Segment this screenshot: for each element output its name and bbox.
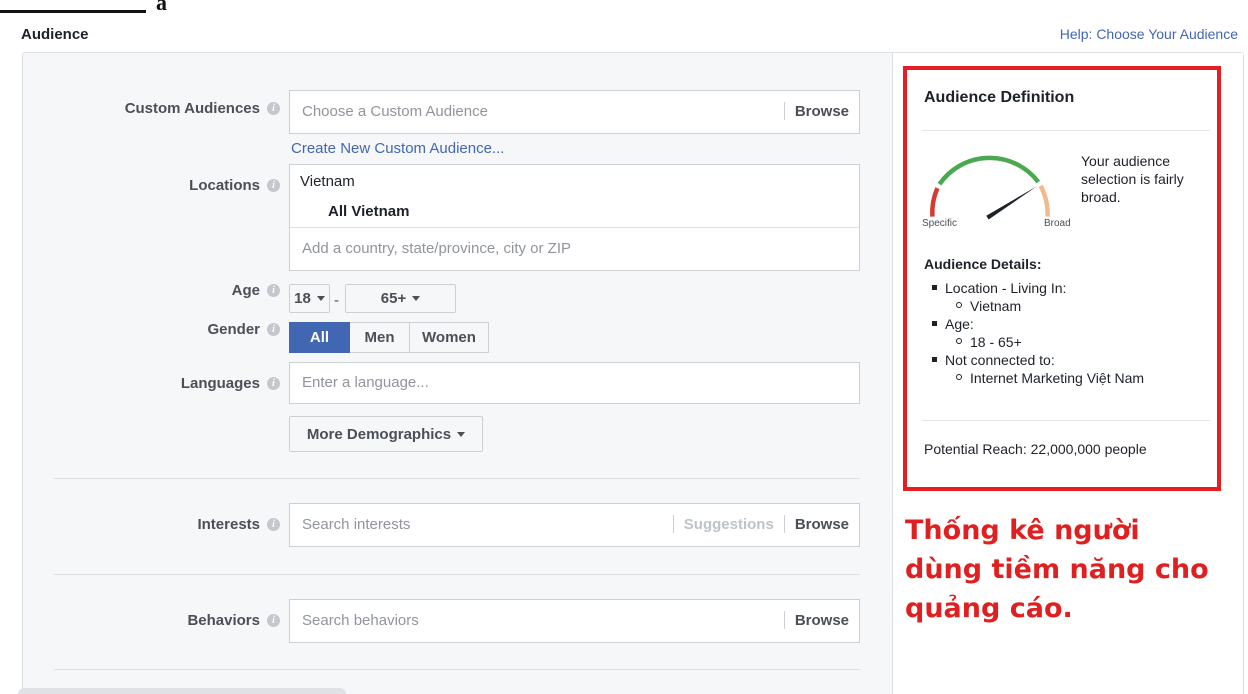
divider: [783, 102, 785, 120]
custom-audiences-label: Custom Audiences i: [125, 100, 280, 117]
more-demographics-button[interactable]: More Demographics: [289, 416, 483, 452]
age-min-select[interactable]: 18: [289, 284, 330, 313]
custom-audience-placeholder: Choose a Custom Audience: [302, 103, 488, 120]
divider: [783, 611, 785, 629]
info-icon[interactable]: i: [267, 518, 280, 531]
divider: [672, 515, 674, 533]
create-custom-audience-link[interactable]: Create New Custom Audience...: [291, 140, 504, 157]
underline-bar: [0, 10, 146, 13]
divider: [54, 574, 860, 575]
language-placeholder: Enter a language...: [302, 374, 429, 391]
interests-label: Interests i: [197, 516, 280, 533]
interests-input[interactable]: Search interests Suggestions Browse: [289, 503, 860, 547]
location-country[interactable]: Vietnam: [300, 173, 355, 190]
info-icon[interactable]: i: [267, 102, 280, 115]
highlight-frame: [903, 66, 1221, 491]
behaviors-placeholder: Search behaviors: [302, 612, 419, 629]
browse-button[interactable]: Browse: [795, 612, 849, 629]
caret-down-icon: [412, 296, 421, 301]
location-region[interactable]: All Vietnam: [328, 203, 409, 220]
cropped-heading-text: a: [156, 0, 167, 15]
horizontal-scrollbar[interactable]: [18, 688, 346, 694]
languages-label: Languages i: [181, 375, 280, 392]
locations-label: Locations i: [189, 177, 280, 194]
info-icon[interactable]: i: [267, 323, 280, 336]
gender-label: Gender i: [207, 321, 280, 338]
behaviors-label: Behaviors i: [187, 612, 280, 629]
cropped-header: a: [0, 0, 1248, 20]
age-separator: -: [334, 292, 339, 309]
info-icon[interactable]: i: [267, 614, 280, 627]
gender-option-men[interactable]: Men: [350, 322, 410, 353]
divider: [783, 515, 785, 533]
browse-button[interactable]: Browse: [795, 516, 849, 533]
browse-button[interactable]: Browse: [795, 103, 849, 120]
divider: [54, 478, 860, 479]
gender-option-all[interactable]: All: [289, 322, 350, 353]
interests-placeholder: Search interests: [302, 516, 411, 533]
help-link[interactable]: Help: Choose Your Audience: [1060, 26, 1238, 42]
behaviors-input[interactable]: Search behaviors Browse: [289, 599, 860, 643]
info-icon[interactable]: i: [267, 179, 280, 192]
info-icon[interactable]: i: [267, 284, 280, 297]
suggestions-button[interactable]: Suggestions: [684, 516, 774, 533]
caret-down-icon: [316, 296, 325, 301]
caret-down-icon: [457, 431, 466, 437]
divider: [290, 227, 859, 228]
divider: [54, 669, 860, 670]
location-search-input[interactable]: Add a country, state/province, city or Z…: [302, 240, 571, 257]
custom-audience-input[interactable]: Choose a Custom Audience Browse: [289, 90, 860, 134]
language-input[interactable]: Enter a language...: [289, 362, 860, 404]
info-icon[interactable]: i: [267, 377, 280, 390]
section-title: Audience: [21, 26, 89, 43]
age-max-select[interactable]: 65+: [345, 284, 456, 313]
gender-option-women[interactable]: Women: [410, 322, 489, 353]
locations-box: Vietnam All Vietnam Add a country, state…: [289, 164, 860, 271]
annotation-text: Thống kê người dùng tiềm năng cho quảng …: [905, 515, 1209, 624]
age-label: Age i: [232, 282, 280, 299]
